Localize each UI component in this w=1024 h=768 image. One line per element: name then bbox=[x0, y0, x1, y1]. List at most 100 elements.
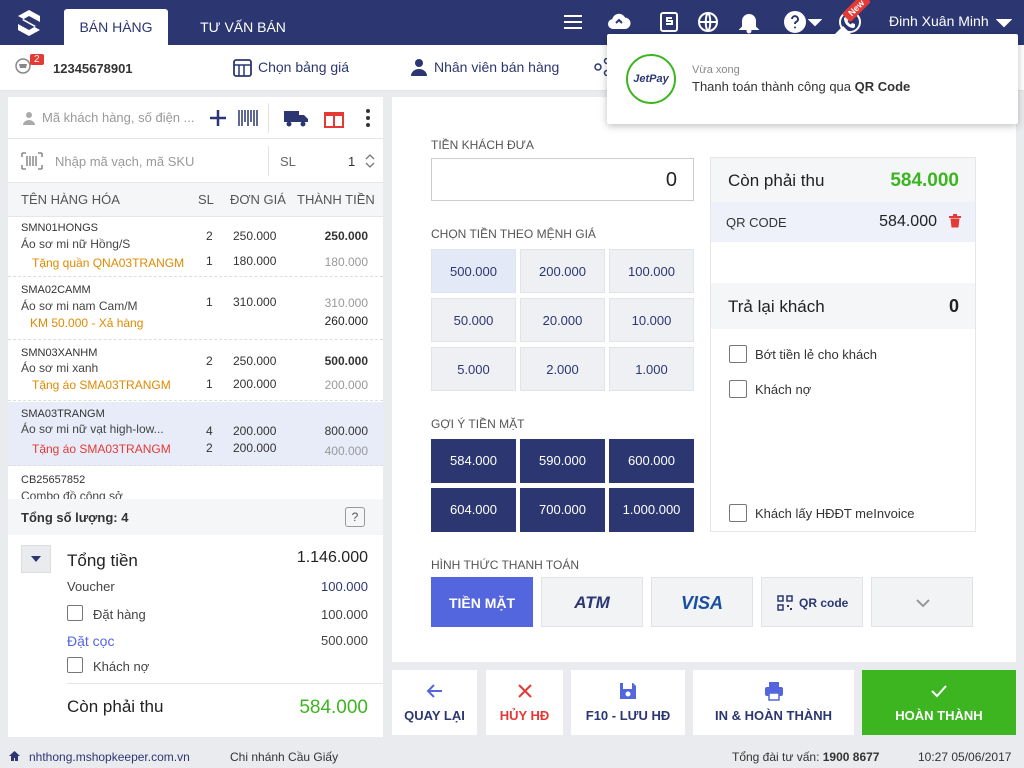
sales-staff-button[interactable]: Nhân viên bán hàng bbox=[434, 59, 559, 75]
cash-given-input[interactable]: 0 bbox=[431, 158, 694, 201]
denom-50000[interactable]: 50.000 bbox=[431, 298, 516, 342]
help-icon[interactable] bbox=[783, 10, 807, 34]
chevron-down-icon[interactable] bbox=[808, 10, 822, 34]
customer-row: Mã khách hàng, số điện ... bbox=[8, 97, 383, 139]
method-visa-button[interactable]: VISA bbox=[651, 577, 753, 627]
menu-icon[interactable] bbox=[561, 10, 585, 34]
item-total: 800.000 bbox=[324, 424, 368, 438]
complete-button[interactable]: HOÀN THÀNH bbox=[862, 670, 1016, 735]
customer-debt-checkbox[interactable] bbox=[729, 380, 747, 398]
triangle-down-icon bbox=[31, 556, 41, 562]
table-row[interactable]: SMN03XANHM Áo sơ mi xanh 2 250.000 500.0… bbox=[8, 341, 383, 401]
item-name: Áo sơ mi nam Cam/M bbox=[21, 299, 138, 313]
method-atm-button[interactable]: ATM bbox=[541, 577, 643, 627]
trash-icon[interactable] bbox=[949, 214, 961, 228]
barcode-input[interactable]: Nhập mã vạch, mã SKU bbox=[55, 154, 194, 169]
e-invoice-checkbox[interactable] bbox=[729, 504, 747, 522]
gift-icon[interactable] bbox=[323, 107, 345, 129]
cart-count-badge: 2 bbox=[30, 54, 44, 65]
cancel-invoice-button[interactable]: HỦY HĐ bbox=[486, 670, 563, 735]
denom-1000[interactable]: 1.000 bbox=[609, 347, 694, 391]
notification-popup[interactable]: JetPay Vừa xong Thanh toán thành công qu… bbox=[607, 26, 1018, 124]
order-checkbox[interactable] bbox=[67, 605, 83, 621]
website-link[interactable]: nhthong.mshopkeeper.com.vn bbox=[29, 750, 190, 764]
table-row[interactable]: CB25657852 Combo đồ công sở bbox=[8, 467, 383, 501]
divider bbox=[268, 103, 269, 133]
table-row-selected[interactable]: SMA03TRANGM Áo sơ mi nữ vạt high-low... … bbox=[8, 402, 383, 466]
notification-time: Vừa xong bbox=[692, 64, 740, 76]
item-total: 310.000 bbox=[324, 296, 368, 310]
suggest-700000[interactable]: 700.000 bbox=[520, 488, 605, 532]
qty-input[interactable]: 1 bbox=[348, 154, 355, 169]
shop-icon[interactable] bbox=[657, 10, 681, 34]
table-row[interactable]: SMN01HONGS Áo sơ mi nữ Hồng/S 2 250.000 … bbox=[8, 217, 383, 277]
table-row[interactable]: SMA02CAMM Áo sơ mi nam Cam/M 1 310.000 3… bbox=[8, 278, 383, 340]
tab-ban-hang[interactable]: BÁN HÀNG bbox=[64, 9, 168, 45]
denom-200000[interactable]: 200.000 bbox=[520, 249, 605, 293]
item-code: SMA03TRANGM bbox=[21, 408, 105, 420]
item-qty: 4 bbox=[206, 424, 213, 438]
cloud-sync-icon[interactable] bbox=[607, 10, 631, 34]
globe-icon[interactable] bbox=[696, 10, 720, 34]
payment-panel: TIỀN KHÁCH ĐƯA 0 CHỌN TIỀN THEO MỆNH GIÁ… bbox=[392, 97, 1016, 662]
customer-input[interactable]: Mã khách hàng, số điện ... bbox=[42, 110, 194, 125]
bell-icon[interactable] bbox=[737, 10, 761, 34]
tab-tu-van-ban-hang[interactable]: TƯ VẤN BÁN HÀNG bbox=[178, 9, 308, 71]
total-value: 1.146.000 bbox=[296, 549, 368, 566]
add-customer-icon[interactable] bbox=[208, 108, 228, 128]
denom-500000[interactable]: 500.000 bbox=[431, 249, 516, 293]
item-code: CB25657852 bbox=[21, 474, 86, 486]
promo-price: 200.000 bbox=[233, 377, 277, 391]
barcode-icon bbox=[21, 152, 43, 170]
voucher-label: Voucher bbox=[67, 579, 115, 594]
denom-100000[interactable]: 100.000 bbox=[609, 249, 694, 293]
deposit-link[interactable]: Đặt cọc bbox=[67, 633, 114, 649]
debt-checkbox[interactable] bbox=[67, 657, 83, 673]
user-menu-chevron-icon[interactable] bbox=[996, 10, 1012, 34]
notification-message-text: Thanh toán thành công qua bbox=[692, 79, 855, 94]
denom-20000[interactable]: 20.000 bbox=[520, 298, 605, 342]
more-vertical-icon[interactable] bbox=[363, 107, 373, 129]
back-button[interactable]: QUAY LẠI bbox=[392, 670, 477, 735]
save-invoice-button[interactable]: F10 - LƯU HĐ bbox=[571, 670, 685, 735]
denom-5000[interactable]: 5.000 bbox=[431, 347, 516, 391]
price-list-button[interactable]: Chọn bảng giá bbox=[258, 59, 349, 75]
save-label: F10 - LƯU HĐ bbox=[585, 708, 671, 723]
denom-2000[interactable]: 2.000 bbox=[520, 347, 605, 391]
customer-barcode-icon[interactable] bbox=[237, 108, 259, 128]
col-price: ĐƠN GIÁ bbox=[230, 192, 286, 207]
item-price: 250.000 bbox=[233, 229, 277, 243]
print-complete-button[interactable]: IN & HOÀN THÀNH bbox=[693, 670, 854, 735]
order-number: 12345678901 bbox=[53, 61, 133, 76]
suggest-590000[interactable]: 590.000 bbox=[520, 439, 605, 483]
suggest-600000[interactable]: 600.000 bbox=[609, 439, 694, 483]
suggest-1000000[interactable]: 1.000.000 bbox=[609, 488, 694, 532]
round-down-checkbox[interactable] bbox=[729, 345, 747, 363]
col-total: THÀNH TIỀN bbox=[297, 192, 375, 207]
remaining-label: Còn phải thu bbox=[67, 697, 164, 716]
sales-staff-icon bbox=[411, 59, 427, 76]
collapse-toggle[interactable] bbox=[21, 545, 51, 573]
item-total: 500.000 bbox=[324, 354, 368, 368]
delivery-truck-icon[interactable] bbox=[283, 108, 309, 128]
qr-payment-value: 584.000 bbox=[879, 213, 937, 230]
close-icon bbox=[517, 684, 532, 698]
qr-label: QR code bbox=[799, 596, 849, 610]
method-label: HÌNH THỨC THANH TOÁN bbox=[431, 558, 580, 572]
divider bbox=[268, 146, 269, 176]
change-label: Trả lại khách bbox=[728, 297, 825, 316]
suggest-584000[interactable]: 584.000 bbox=[431, 439, 516, 483]
help-icon[interactable]: ? bbox=[345, 507, 365, 527]
user-icon bbox=[23, 112, 35, 125]
suggest-604000[interactable]: 604.000 bbox=[431, 488, 516, 532]
back-label: QUAY LẠI bbox=[404, 708, 465, 723]
total-qty-row: Tổng số lượng: 4 ? bbox=[8, 499, 383, 535]
item-promo: Tặng áo SMA03TRANGM bbox=[32, 378, 171, 392]
method-qr-button[interactable]: QR code bbox=[761, 577, 863, 627]
method-cash-button[interactable]: TIỀN MẶT bbox=[431, 577, 533, 627]
method-more-button[interactable] bbox=[871, 577, 973, 627]
qty-stepper-icon[interactable] bbox=[365, 152, 375, 170]
user-name[interactable]: Đinh Xuân Minh bbox=[889, 13, 989, 29]
denom-10000[interactable]: 10.000 bbox=[609, 298, 694, 342]
col-name: TÊN HÀNG HÓA bbox=[21, 192, 120, 207]
